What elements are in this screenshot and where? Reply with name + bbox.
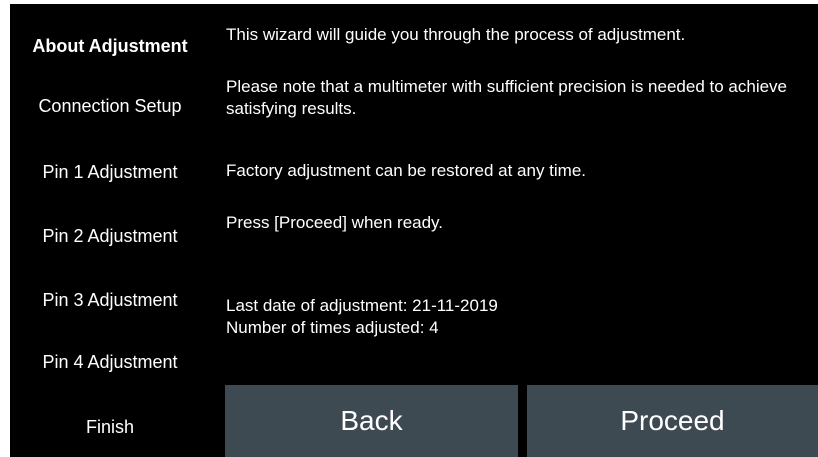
adjustment-count: Number of times adjusted: 4	[226, 318, 439, 337]
proceed-button[interactable]: Proceed	[527, 385, 818, 457]
adjustment-wizard-screen: About Adjustment Connection Setup Pin 1 …	[10, 4, 818, 457]
wizard-steps-sidebar: About Adjustment Connection Setup Pin 1 …	[10, 4, 210, 457]
sidebar-item-label: Connection Setup	[38, 95, 182, 116]
sidebar-item-pin-4-adjustment[interactable]: Pin 4 Adjustment	[10, 332, 210, 392]
sidebar-item-pin-1-adjustment[interactable]: Pin 1 Adjustment	[10, 142, 210, 202]
sidebar-item-label: Pin 4 Adjustment	[42, 351, 178, 372]
proceed-hint: Press [Proceed] when ready.	[226, 213, 444, 232]
selection-edge-marker	[0, 0, 10, 72]
sidebar-item-label: Finish	[85, 416, 134, 437]
sidebar-item-pin-2-adjustment[interactable]: Pin 2 Adjustment	[10, 206, 210, 266]
sidebar-item-label: Pin 1 Adjustment	[42, 161, 178, 182]
sidebar-item-label: About Adjustment	[32, 35, 188, 56]
multimeter-note: Please note that a multimeter with suffi…	[226, 77, 787, 118]
intro-text: This wizard will guide you through the p…	[226, 25, 686, 44]
sidebar-item-finish[interactable]: Finish	[10, 397, 210, 457]
sidebar-item-pin-3-adjustment[interactable]: Pin 3 Adjustment	[10, 270, 210, 330]
restore-note: Factory adjustment can be restored at an…	[226, 161, 587, 180]
sidebar-item-label: Pin 3 Adjustment	[42, 289, 178, 310]
sidebar-item-about-adjustment[interactable]: About Adjustment	[10, 16, 210, 76]
last-adjustment-date: Last date of adjustment: 21-11-2019	[226, 296, 498, 315]
back-button[interactable]: Back	[225, 385, 518, 457]
sidebar-item-connection-setup[interactable]: Connection Setup	[10, 76, 210, 136]
sidebar-item-label: Pin 2 Adjustment	[42, 225, 178, 246]
